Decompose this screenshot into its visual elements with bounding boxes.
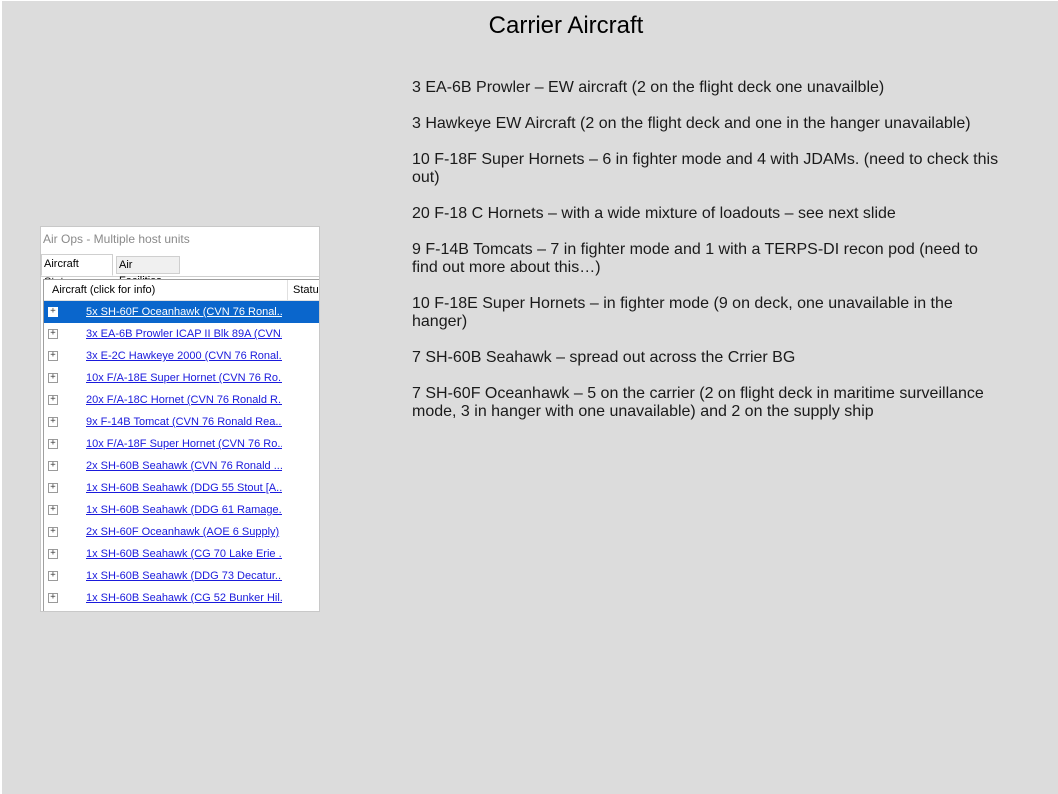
aircraft-link[interactable]: 10x F/A-18F Super Hornet (CVN 76 Ro... xyxy=(86,438,282,450)
aircraft-link[interactable]: 1x SH-60B Seahawk (DDG 61 Ramage... xyxy=(86,504,282,516)
aircraft-link[interactable]: 1x SH-60B Seahawk (CG 70 Lake Erie ... xyxy=(86,548,282,560)
bullet-item: 3 EA-6B Prowler – EW aircraft (2 on the … xyxy=(412,79,885,96)
table-row[interactable]: +2x SH-60B Seahawk (CVN 76 Ronald ... xyxy=(44,455,319,477)
column-header-status[interactable]: Status xyxy=(293,284,319,296)
aircraft-link[interactable]: 2x SH-60B Seahawk (CVN 76 Ronald ... xyxy=(86,460,282,472)
aircraft-link[interactable]: 3x EA-6B Prowler ICAP II Blk 89A (CVN... xyxy=(86,328,282,340)
air-ops-window: Air Ops - Multiple host units Aircraft S… xyxy=(40,226,320,612)
aircraft-link[interactable]: 20x F/A-18C Hornet (CVN 76 Ronald R... xyxy=(86,394,282,406)
table-row[interactable]: +5x SH-60F Oceanhawk (CVN 76 Ronal... xyxy=(44,301,319,323)
aircraft-link[interactable]: 1x SH-60B Seahawk (DDG 73 Decatur... xyxy=(86,570,282,582)
slide: Carrier Aircraft 3 EA-6B Prowler – EW ai… xyxy=(2,1,1058,794)
expand-icon[interactable]: + xyxy=(48,549,58,559)
expand-icon[interactable]: + xyxy=(48,373,58,383)
expand-icon[interactable]: + xyxy=(48,527,58,537)
bullet-item: 9 F-14B Tomcats – 7 in fighter mode and … xyxy=(412,241,978,276)
expand-icon[interactable]: + xyxy=(48,483,58,493)
bullet-item: 3 Hawkeye EW Aircraft (2 on the flight d… xyxy=(412,115,971,132)
expand-icon[interactable]: + xyxy=(48,329,58,339)
window-title: Air Ops - Multiple host units xyxy=(43,232,190,246)
expand-icon[interactable]: + xyxy=(48,571,58,581)
column-header-aircraft[interactable]: Aircraft (click for info) xyxy=(52,284,155,296)
slide-title: Carrier Aircraft xyxy=(488,12,644,39)
aircraft-link[interactable]: 9x F-14B Tomcat (CVN 76 Ronald Rea... xyxy=(86,416,282,428)
aircraft-link[interactable]: 1x SH-60B Seahawk (DDG 55 Stout [A... xyxy=(86,482,282,494)
expand-icon[interactable]: + xyxy=(48,307,58,317)
table-row[interactable]: +1x SH-60B Seahawk (DDG 61 Ramage... xyxy=(44,499,319,521)
aircraft-link[interactable]: 3x E-2C Hawkeye 2000 (CVN 76 Ronal... xyxy=(86,350,282,362)
bullet-item: 20 F-18 C Hornets – with a wide mixture … xyxy=(412,205,896,222)
expand-icon[interactable]: + xyxy=(48,593,58,603)
expand-icon[interactable]: + xyxy=(48,461,58,471)
tab-air-facilities[interactable]: Air Facilities xyxy=(116,256,180,287)
expand-icon[interactable]: + xyxy=(48,417,58,427)
aircraft-link[interactable]: 10x F/A-18E Super Hornet (CVN 76 Ro... xyxy=(86,372,282,384)
table-row[interactable]: +10x F/A-18E Super Hornet (CVN 76 Ro... xyxy=(44,367,319,389)
table-row[interactable]: +3x E-2C Hawkeye 2000 (CVN 76 Ronal... xyxy=(44,345,319,367)
table-header: Aircraft (click for info) Status xyxy=(44,280,319,301)
table-row[interactable]: +2x SH-60F Oceanhawk (AOE 6 Supply) xyxy=(44,521,319,543)
table-row[interactable]: +3x EA-6B Prowler ICAP II Blk 89A (CVN..… xyxy=(44,323,319,345)
bullet-list: 3 EA-6B Prowler – EW aircraft (2 on the … xyxy=(412,79,1002,439)
column-divider[interactable] xyxy=(287,280,288,300)
table-row[interactable]: +1x SH-60B Seahawk (CG 70 Lake Erie ... xyxy=(44,543,319,565)
bullet-item: 7 SH-60B Seahawk – spread out across the… xyxy=(412,349,796,366)
table-row[interactable]: +20x F/A-18C Hornet (CVN 76 Ronald R... xyxy=(44,389,319,411)
bullet-item: 10 F-18F Super Hornets – 6 in fighter mo… xyxy=(412,151,999,186)
expand-icon[interactable]: + xyxy=(48,439,58,449)
table-row[interactable]: +10x F/A-18F Super Hornet (CVN 76 Ro... xyxy=(44,433,319,455)
aircraft-link[interactable]: 5x SH-60F Oceanhawk (CVN 76 Ronal... xyxy=(86,306,282,318)
table-row[interactable]: +1x SH-60B Seahawk (CG 52 Bunker Hil... xyxy=(44,587,319,609)
expand-icon[interactable]: + xyxy=(48,505,58,515)
tab-bar: Aircraft Status Air Facilities xyxy=(41,254,319,288)
table-row[interactable]: +9x F-14B Tomcat (CVN 76 Ronald Rea... xyxy=(44,411,319,433)
table-row[interactable]: +1x SH-60B Seahawk (DDG 73 Decatur... xyxy=(44,565,319,587)
table-row[interactable]: +1x SH-60B Seahawk (DDG 55 Stout [A... xyxy=(44,477,319,499)
expand-icon[interactable]: + xyxy=(48,351,58,361)
aircraft-table: Aircraft (click for info) Status +5x SH-… xyxy=(43,279,319,611)
bullet-item: 7 SH-60F Oceanhawk – 5 on the carrier (2… xyxy=(412,385,984,420)
expand-icon[interactable]: + xyxy=(48,395,58,405)
aircraft-link[interactable]: 2x SH-60F Oceanhawk (AOE 6 Supply) xyxy=(86,526,282,538)
aircraft-link[interactable]: 1x SH-60B Seahawk (CG 52 Bunker Hil... xyxy=(86,592,282,604)
bullet-item: 10 F-18E Super Hornets – in fighter mode… xyxy=(412,295,953,330)
tab-aircraft-status[interactable]: Aircraft Status xyxy=(41,254,113,288)
